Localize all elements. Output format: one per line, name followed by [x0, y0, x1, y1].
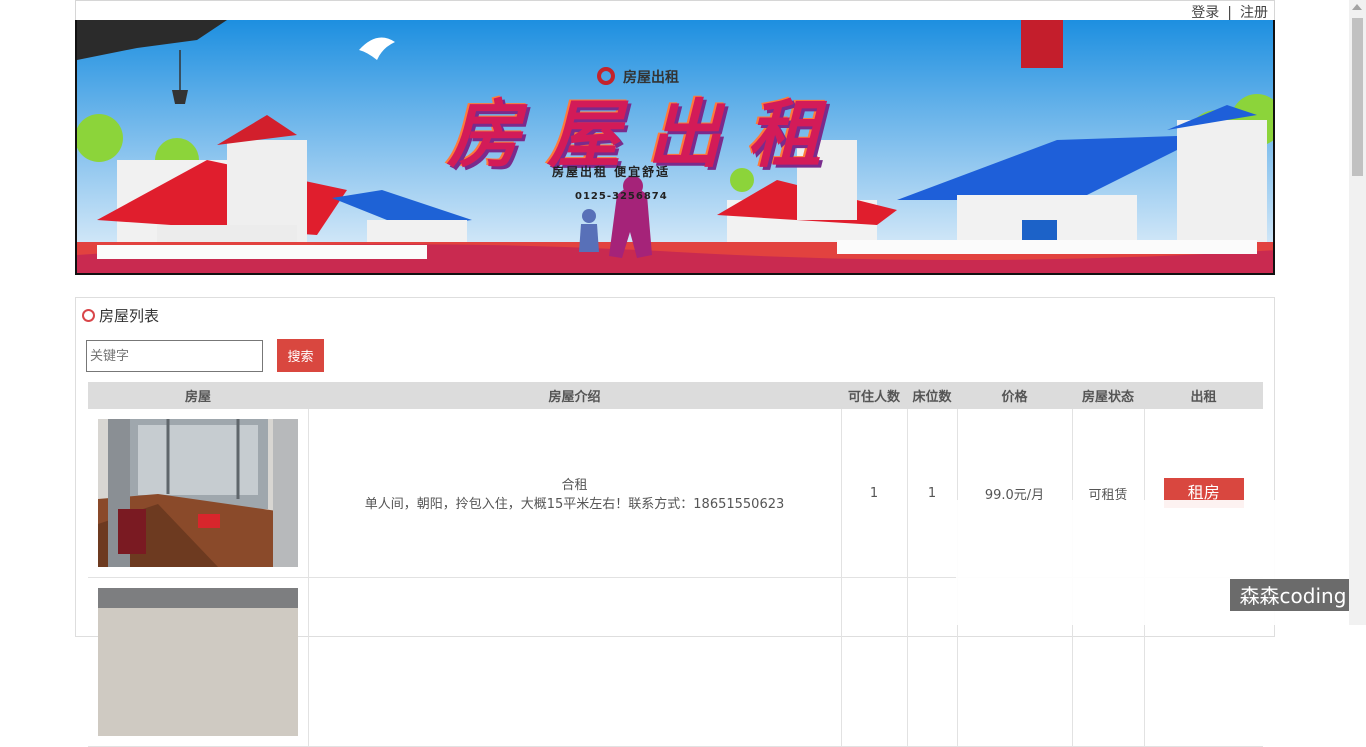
occupants-cell: [841, 577, 908, 747]
room-image: [97, 588, 298, 736]
watermark: 森森coding: [1230, 579, 1356, 611]
scrollbar-thumb[interactable]: [1352, 18, 1363, 176]
col-rent: 出租: [1144, 382, 1263, 409]
search-button[interactable]: 搜索: [277, 339, 324, 372]
col-status: 房屋状态: [1072, 382, 1144, 409]
login-link[interactable]: 登录: [1191, 5, 1219, 21]
col-description: 房屋介绍: [308, 382, 841, 409]
banner-phone: 0125-3256874: [575, 191, 668, 202]
col-beds: 床位数: [907, 382, 957, 409]
house-description-cell: 合租 单人间，朝阳，拎包入住，大概15平米左右！联系方式：18651550623: [308, 409, 842, 578]
house-photo-cell: [88, 577, 309, 747]
occupants-cell: 1: [841, 409, 908, 578]
table-header-row: 房屋 房屋介绍 可住人数 床位数 价格 房屋状态 出租: [88, 382, 1263, 409]
register-link[interactable]: 注册: [1240, 5, 1268, 21]
col-occupants: 可住人数: [841, 382, 907, 409]
house-photo-cell: [88, 409, 309, 578]
beds-cell: [907, 577, 958, 747]
house-description-cell: [308, 577, 842, 747]
search-input[interactable]: [86, 340, 263, 372]
house-type: 合租: [561, 478, 588, 493]
room-image: [97, 419, 298, 567]
beds-cell: 1: [907, 409, 958, 578]
auth-separator: |: [1227, 5, 1232, 21]
top-bar: 登录 | 注册: [75, 0, 1275, 22]
panel-title-text: 房屋列表: [99, 307, 160, 325]
house-photo[interactable]: [97, 588, 298, 736]
circle-icon: [82, 309, 95, 322]
scroll-up-arrow-icon[interactable]: [1352, 4, 1362, 10]
house-description: 单人间，朝阳，拎包入住，大概15平米左右！联系方式：18651550623: [364, 497, 785, 512]
banner-seal: [1021, 20, 1063, 68]
col-house: 房屋: [88, 382, 308, 409]
hero-banner: 房屋出租 房屋出租 房屋出租 便宜舒适 0125-3256874: [75, 20, 1275, 275]
auth-links: 登录 | 注册: [1191, 2, 1268, 22]
panel-title: 房屋列表: [82, 305, 159, 326]
house-photo[interactable]: [97, 419, 298, 567]
banner-subtitle: 房屋出租 便宜舒适: [552, 165, 671, 179]
col-price: 价格: [957, 382, 1072, 409]
